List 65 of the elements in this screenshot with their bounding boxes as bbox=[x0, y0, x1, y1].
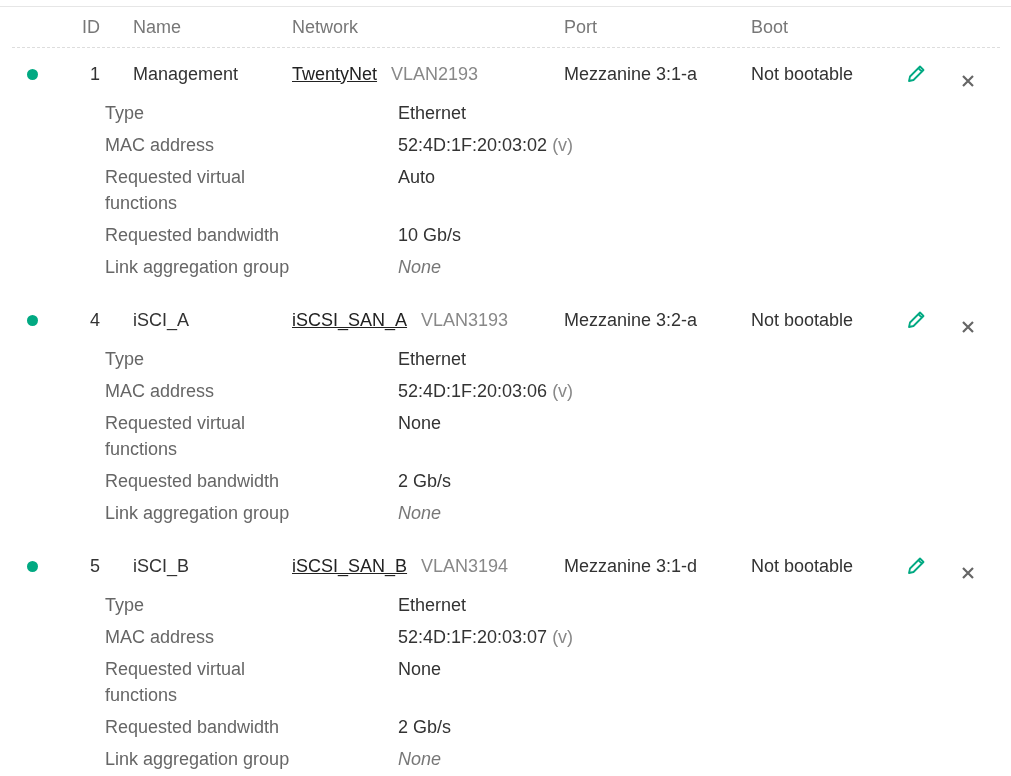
detail-label: Requested bandwidth bbox=[105, 224, 281, 247]
edit-icon[interactable] bbox=[905, 63, 927, 85]
connection-name: Management bbox=[132, 63, 240, 85]
detail-value: 52:4D:1F:20:03:02 bbox=[398, 135, 548, 155]
virtual-marker: (v) bbox=[552, 381, 574, 401]
detail-label: Requested virtual functions bbox=[105, 166, 247, 215]
detail-label: Link aggregation group bbox=[105, 502, 291, 525]
status-dot bbox=[27, 68, 38, 80]
virtual-marker: (v) bbox=[552, 135, 574, 155]
detail-label: MAC address bbox=[105, 134, 216, 157]
detail-label: Requested virtual functions bbox=[105, 658, 247, 707]
detail-label: Type bbox=[105, 594, 146, 617]
column-header: Name bbox=[132, 16, 182, 38]
detail-value: None bbox=[398, 256, 443, 279]
detail-value: None bbox=[398, 412, 443, 435]
detail-value: 52:4D:1F:20:03:06 bbox=[398, 381, 548, 401]
status-dot bbox=[27, 314, 38, 326]
column-header: Boot bbox=[751, 16, 790, 38]
connection-id: 1 bbox=[89, 63, 101, 85]
connection-id: 4 bbox=[89, 309, 101, 331]
port-label: Mezzanine 3:1-a bbox=[564, 63, 699, 85]
column-header: Port bbox=[564, 16, 598, 38]
detail-label: Requested bandwidth bbox=[105, 470, 281, 493]
edit-icon[interactable] bbox=[905, 309, 927, 331]
column-header: Network bbox=[292, 16, 359, 38]
network-link[interactable]: iSCSI_SAN_A bbox=[292, 309, 408, 331]
close-icon[interactable] bbox=[960, 319, 976, 335]
edit-icon[interactable] bbox=[905, 555, 927, 577]
detail-value: 10 Gb/s bbox=[398, 224, 463, 247]
vlan-label: VLAN3194 bbox=[421, 555, 509, 577]
network-link[interactable]: TwentyNet bbox=[292, 63, 378, 85]
detail-label: Type bbox=[105, 102, 146, 125]
port-label: Mezzanine 3:1-d bbox=[564, 555, 699, 577]
detail-value: None bbox=[398, 658, 443, 681]
detail-value: None bbox=[398, 748, 443, 771]
detail-label: Link aggregation group bbox=[105, 748, 291, 771]
detail-value: 2 Gb/s bbox=[398, 716, 453, 739]
boot-label: Not bootable bbox=[751, 63, 855, 85]
detail-label: Type bbox=[105, 348, 146, 371]
boot-label: Not bootable bbox=[751, 309, 855, 331]
detail-value: Ethernet bbox=[398, 348, 468, 371]
port-label: Mezzanine 3:2-a bbox=[564, 309, 699, 331]
vlan-label: VLAN2193 bbox=[391, 63, 479, 85]
connection-name: iSCI_A bbox=[132, 309, 191, 331]
virtual-marker: (v) bbox=[552, 627, 574, 647]
close-icon[interactable] bbox=[960, 73, 976, 89]
detail-label: Link aggregation group bbox=[105, 256, 291, 279]
close-icon[interactable] bbox=[960, 565, 976, 581]
detail-value: Ethernet bbox=[398, 102, 468, 125]
detail-value: Ethernet bbox=[398, 594, 468, 617]
vlan-label: VLAN3193 bbox=[421, 309, 509, 331]
detail-value: Auto bbox=[398, 166, 437, 189]
column-header: ID bbox=[81, 16, 101, 38]
detail-label: Requested virtual functions bbox=[105, 412, 247, 461]
connection-id: 5 bbox=[89, 555, 101, 577]
detail-label: MAC address bbox=[105, 626, 216, 649]
detail-value: None bbox=[398, 502, 443, 525]
boot-label: Not bootable bbox=[751, 555, 855, 577]
detail-value: 2 Gb/s bbox=[398, 470, 453, 493]
connection-name: iSCI_B bbox=[132, 555, 191, 577]
status-dot bbox=[27, 560, 38, 572]
network-link[interactable]: iSCSI_SAN_B bbox=[292, 555, 408, 577]
detail-label: MAC address bbox=[105, 380, 216, 403]
detail-label: Requested bandwidth bbox=[105, 716, 281, 739]
detail-value: 52:4D:1F:20:03:07 bbox=[398, 627, 548, 647]
